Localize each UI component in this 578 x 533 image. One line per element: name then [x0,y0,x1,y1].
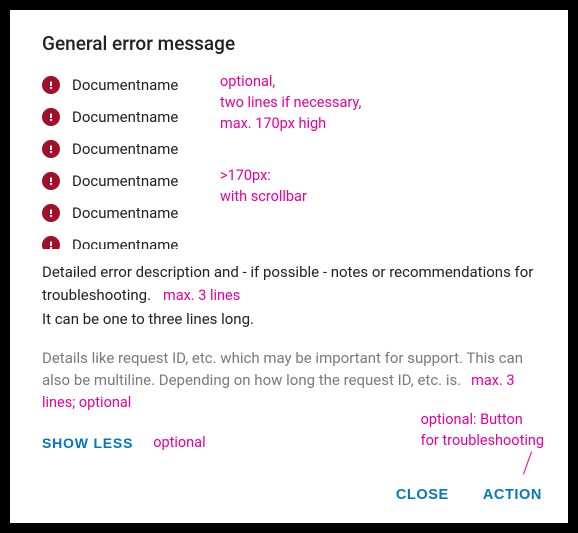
action-button[interactable]: ACTION [471,479,554,511]
toggle-row: SHOW LESS optional [10,413,568,455]
error-icon [42,204,60,222]
document-name: Documentname [72,76,178,94]
document-list-area: Documentname Documentname Documentname Docu… [10,69,560,249]
error-icon [42,236,60,249]
dialog-actions: CLOSE ACTION [384,479,554,511]
error-icon [42,140,60,158]
document-name: Documentname [72,236,178,249]
dialog-title: General error message [10,32,568,69]
document-row: Documentname [42,229,560,249]
document-row: Documentname [42,133,560,165]
error-dialog: General error message DocumentnameDocume… [10,10,568,523]
close-button[interactable]: CLOSE [384,479,461,511]
show-less-button[interactable]: SHOW LESS [42,431,133,455]
document-row: Documentname [42,101,560,133]
document-row: Documentname [42,165,560,197]
support-block: Details like request ID, etc. which may … [10,331,568,413]
description-text: Detailed error description and - if poss… [42,261,536,331]
description-block: Detailed error description and - if poss… [10,249,568,331]
document-row: Documentname [42,69,560,101]
annotation-action-line [523,452,532,475]
document-list[interactable]: Documentname Documentname Documentname Docu… [10,69,560,249]
description-line1: Detailed error description and - if poss… [42,263,533,304]
annotation-toggle: optional [153,432,205,453]
document-name: Documentname [72,204,178,222]
annotation-desc: max. 3 lines [163,287,240,304]
document-row: Documentname [42,197,560,229]
support-text: Details like request ID, etc. which may … [42,349,523,390]
error-icon [42,76,60,94]
document-name: Documentname [72,172,178,190]
error-icon [42,172,60,190]
description-line2: It can be one to three lines long. [42,310,254,328]
support-wrap: Details like request ID, etc. which may … [42,347,536,413]
document-name: Documentname [72,108,178,126]
error-icon [42,108,60,126]
document-name: Documentname [72,140,178,158]
